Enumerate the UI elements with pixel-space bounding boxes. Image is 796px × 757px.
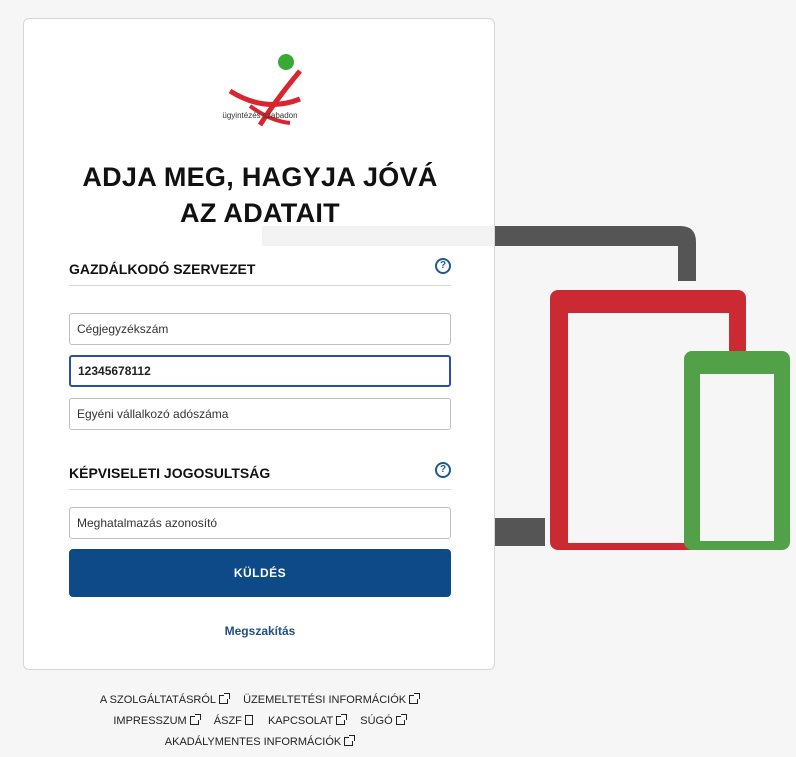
help-icon[interactable]: ? <box>435 462 451 478</box>
external-link-icon <box>219 693 231 704</box>
section-representation: KÉPVISELETI JOGOSULTSÁG ? <box>69 460 451 490</box>
external-link-icon <box>344 735 356 746</box>
entrepreneur-tax-input[interactable] <box>69 398 451 430</box>
page-title: ADJA MEG, HAGYJA JÓVÁ AZ ADATAIT <box>82 162 438 228</box>
logo-icon <box>228 54 302 127</box>
login-card: ügyintézés szabadon ADJA MEG, HAGYJA JÓV… <box>23 18 495 670</box>
section-representation-title: KÉPVISELETI JOGOSULTSÁG <box>69 465 271 481</box>
logo-caption: ügyintézés szabadon <box>222 111 298 120</box>
help-icon[interactable]: ? <box>435 258 451 274</box>
external-link-icon <box>336 714 348 725</box>
company-reg-input[interactable] <box>69 313 451 345</box>
footer-link-contact[interactable]: KAPCSOLAT <box>268 714 348 727</box>
footer-link-about[interactable]: A SZOLGÁLTATÁSRÓL <box>100 693 231 706</box>
tax-number-input[interactable] <box>69 355 451 387</box>
footer-link-operations[interactable]: ÜZEMELTETÉSI INFORMÁCIÓK <box>243 693 421 706</box>
footer-link-imprint[interactable]: IMPRESSZUM <box>113 714 201 727</box>
footer-link-help[interactable]: SÚGÓ <box>360 714 407 727</box>
section-organization: GAZDÁLKODÓ SZERVEZET ? <box>69 256 451 286</box>
document-icon <box>244 715 253 725</box>
footer-link-terms[interactable]: ÁSZF <box>214 715 253 727</box>
external-link-icon <box>395 714 407 725</box>
footer-link-accessibility[interactable]: AKADÁLYMENTES INFORMÁCIÓK <box>165 735 356 748</box>
section-organization-title: GAZDÁLKODÓ SZERVEZET <box>69 261 256 277</box>
submit-button[interactable]: KÜLDÉS <box>69 549 451 597</box>
cancel-link[interactable]: Megszakítás <box>24 624 496 638</box>
external-link-icon <box>409 693 421 704</box>
authorization-id-input[interactable] <box>69 507 451 539</box>
footer-links: A SZOLGÁLTATÁSRÓL ÜZEMELTETÉSI INFORMÁCI… <box>23 690 495 753</box>
external-link-icon <box>189 714 201 725</box>
